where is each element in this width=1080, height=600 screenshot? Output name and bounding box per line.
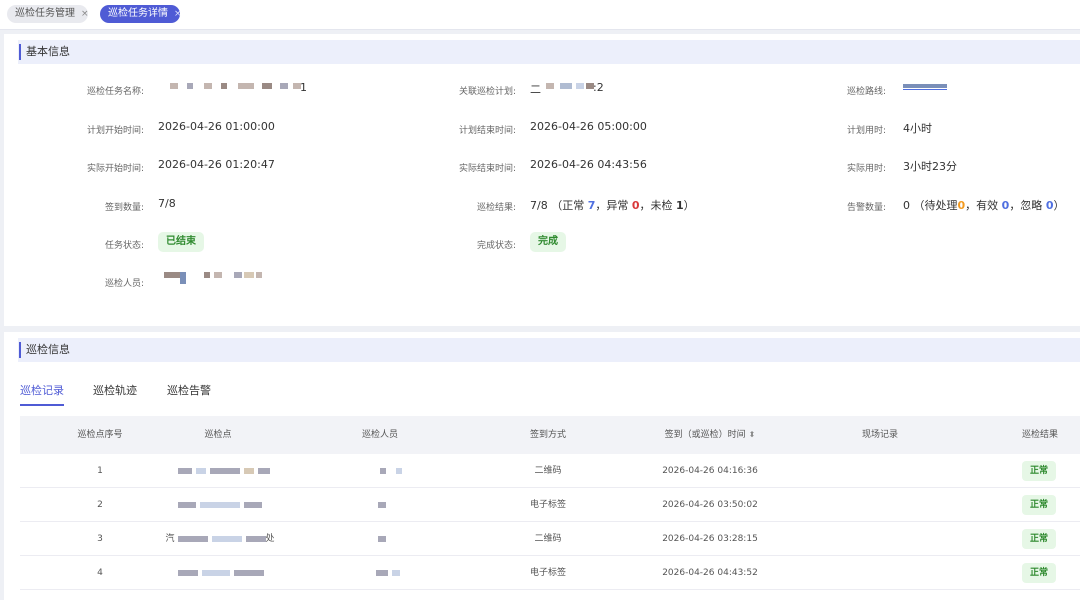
result-badge: 正常 [1022,563,1057,583]
col-time-label: 签到（或巡检）时间 [664,430,746,440]
completion-badge: 完成 [530,232,566,252]
alarm-ignore-label: ，忽略 [1009,199,1043,212]
tab-track[interactable]: 巡检轨迹 [93,382,137,400]
section-accent-bar [19,44,21,60]
plan-suffix: :2 [593,81,604,94]
alarm-pending-count: 0 [957,199,966,212]
section-title: 巡检信息 [26,343,70,356]
plan-start-value: 2026-04-26 01:00:00 [158,120,275,133]
cell-seq: 1 [97,466,103,476]
table-row[interactable]: 3 汽 处 二维码 2026-04-26 03:28:15 正常 [20,522,1080,556]
route-label: 巡检路线: [846,87,886,97]
cell-seq: 3 [97,534,103,544]
col-method: 签到方式 [529,430,566,440]
col-time[interactable]: 签到（或巡检）时间 ⬍ [640,416,780,454]
close-icon[interactable]: × [81,9,89,19]
cell-time: 2026-04-26 03:28:15 [662,534,758,544]
section-header: 基本信息 [18,40,1080,64]
alarm-open: （待处理 [913,199,958,212]
alarm-total: 0 [903,199,910,212]
result-unchecked-count: 1 [676,199,684,212]
cell-time: 2026-04-26 04:16:36 [662,466,758,476]
task-name-label: 巡检任务名称: [86,87,144,97]
completion-label: 完成状态: [476,241,516,251]
tab-label: 巡检任务管理 [15,8,75,19]
plan-end-value: 2026-04-26 05:00:00 [530,120,647,133]
alarm-summary: 0 （待处理0，有效 0，忽略 0） [903,197,1064,213]
sort-icon[interactable]: ⬍ [749,430,756,439]
actual-end-label: 实际结束时间: [458,164,516,174]
col-point: 巡检点 [204,430,232,440]
cell-method: 电子标签 [529,568,566,578]
tab-records[interactable]: 巡检记录 [20,382,64,406]
cell-point-prefix: 汽 [165,534,175,544]
col-inspector: 巡检人员 [361,430,398,440]
result-total: 7/8 [530,199,548,212]
col-result: 巡检结果 [1021,430,1058,440]
table-row[interactable]: 1 二维码 2026-04-26 04:16:36 正常 [20,454,1080,488]
actual-duration-label: 实际用时: [846,164,886,174]
basic-info-panel: 基本信息 巡检任务名称: 1 关联巡检计划: 二 :2 巡检路线: 计划开始时间… [4,34,1080,326]
cell-seq: 4 [97,568,103,578]
alarm-valid-label: ，有效 [965,199,999,212]
table-row[interactable]: 4 电子标签 2026-04-26 04:43:52 正常 [20,556,1080,590]
inspection-info-panel: 巡检信息 巡检记录 巡检轨迹 巡检告警 巡检点序号 巡检点 巡检人员 签到方式 … [4,332,1080,600]
tab-bar: 巡检任务管理 × 巡检任务详情 × [0,0,1080,30]
status-badge: 已结束 [158,232,204,252]
plan-end-label: 计划结束时间: [458,126,516,136]
cell-method: 二维码 [534,466,562,476]
actual-start-label: 实际开始时间: [86,164,144,174]
result-badge: 正常 [1022,461,1057,481]
plan-label: 关联巡检计划: [458,87,516,97]
cell-time: 2026-04-26 03:50:02 [662,500,758,510]
alarm-close: ） [1053,199,1065,212]
inspector-label: 巡检人员: [104,279,144,289]
tab-alarms[interactable]: 巡检告警 [167,382,211,400]
status-label: 任务状态: [104,241,144,251]
result-badge: 正常 [1022,529,1057,549]
result-abnormal-label: ，异常 [595,199,629,212]
result-badge: 正常 [1022,495,1057,515]
cell-method: 电子标签 [529,500,566,510]
result-open: （正常 [551,199,585,212]
result-close: ） [683,199,695,212]
actual-duration-value: 3小时23分 [903,160,957,173]
checkin-label: 签到数量: [104,203,144,213]
plan-prefix: 二 [530,83,541,96]
plan-duration-value: 4小时 [903,122,932,135]
table-row[interactable]: 2 电子标签 2026-04-26 03:50:02 正常 [20,488,1080,522]
cell-time: 2026-04-26 04:43:52 [662,568,758,578]
result-abnormal-count: 0 [631,199,640,212]
tab-label: 巡检任务详情 [108,8,168,19]
alarm-label: 告警数量: [846,203,886,213]
checkin-value: 7/8 [158,197,176,210]
cell-method: 二维码 [534,534,562,544]
result-label: 巡检结果: [476,203,516,213]
section-accent-bar [19,342,21,358]
task-name-suffix: 1 [300,81,307,94]
cell-point-suffix: 处 [265,534,275,544]
tab-task-management[interactable]: 巡检任务管理 × [7,5,89,23]
col-record: 现场记录 [861,430,898,440]
tab-task-detail[interactable]: 巡检任务详情 × [100,5,182,23]
actual-end-value: 2026-04-26 04:43:56 [530,158,647,171]
actual-start-value: 2026-04-26 01:20:47 [158,158,275,171]
plan-duration-label: 计划用时: [846,126,886,136]
cell-seq: 2 [97,500,103,510]
plan-start-label: 计划开始时间: [86,126,144,136]
table-header: 巡检点序号 巡检点 巡检人员 签到方式 签到（或巡检）时间 ⬍ 现场记录 巡检结果 [20,416,1080,454]
close-icon[interactable]: × [174,9,182,19]
col-seq: 巡检点序号 [77,430,123,440]
section-header: 巡检信息 [18,338,1080,362]
section-title: 基本信息 [26,45,70,58]
result-summary: 7/8 （正常 7，异常 0，未检 1） [530,197,695,213]
result-unchecked-label: ，未检 [639,199,673,212]
